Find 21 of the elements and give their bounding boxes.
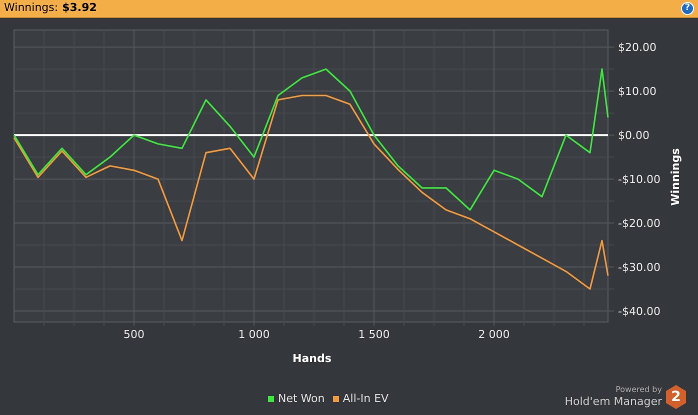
x-axis-title: Hands — [292, 352, 332, 365]
y-tick-label: $20.00 — [618, 41, 656, 54]
y-tick-label: -$30.00 — [618, 261, 660, 274]
header-label: Winnings: — [4, 0, 58, 16]
y-tick-label: -$40.00 — [618, 305, 660, 318]
x-tick-label: 2 000 — [478, 328, 510, 341]
winnings-value: $3.92 — [62, 0, 97, 16]
y-axis-title: Winnings — [669, 148, 682, 206]
product-name: Hold'em Manager — [564, 395, 662, 409]
x-tick-label: 500 — [124, 328, 144, 341]
y-tick-label: $10.00 — [618, 85, 656, 98]
help-button[interactable]: ? — [681, 2, 694, 15]
legend-label: Net Won — [278, 390, 325, 406]
logo-badge: 2 — [666, 385, 686, 409]
y-tick-label: -$20.00 — [618, 217, 660, 230]
legend-label: All-In EV — [342, 390, 389, 406]
y-tick-label: $0.00 — [618, 129, 650, 142]
y-tick-label: -$10.00 — [618, 173, 660, 186]
x-tick-label: 1 000 — [238, 328, 270, 341]
x-tick-label: 1 500 — [358, 328, 390, 341]
powered-by-caption: Powered by — [616, 385, 662, 396]
